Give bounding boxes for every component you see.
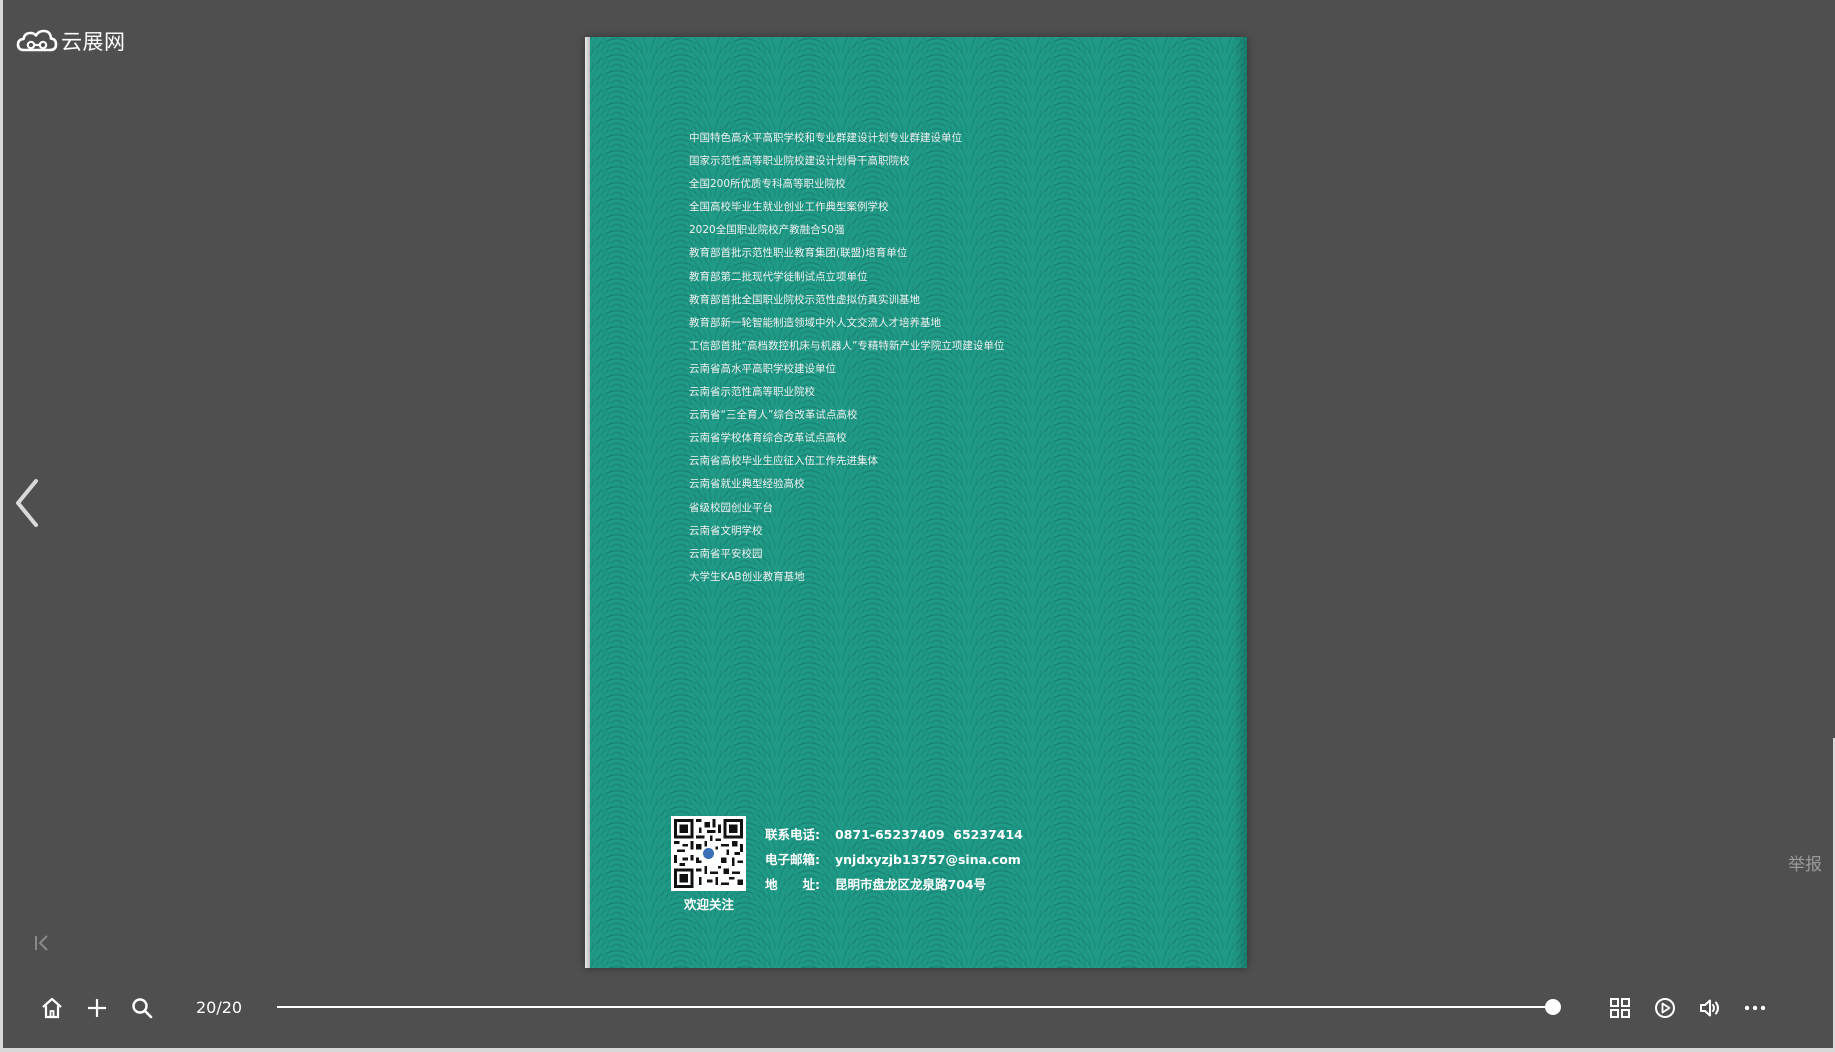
address-label: 地 址: — [765, 877, 820, 892]
honor-item: 云南省学校体育综合改革试点高校 — [689, 432, 847, 445]
page-edge-shadow — [1233, 37, 1247, 968]
honor-item: 云南省文明学校 — [689, 524, 763, 537]
home-button[interactable] — [39, 995, 65, 1021]
phone-label: 联系电话: — [765, 827, 820, 842]
cloud-logo-icon — [16, 29, 58, 52]
sound-button[interactable] — [1697, 995, 1723, 1021]
viewport-bottom-edge — [0, 1048, 1835, 1052]
qr-caption: 欢迎关注 — [683, 897, 734, 912]
honor-item: 教育部首批示范性职业教育集团(联盟)培育单位 — [689, 247, 908, 260]
honor-item: 全国高校毕业生就业创业工作典型案例学校 — [689, 201, 889, 214]
honor-item: 云南省高水平高职学校建设单位 — [689, 362, 836, 375]
viewport-left-edge — [0, 0, 3, 1052]
autoplay-button[interactable] — [1652, 995, 1678, 1021]
flipbook-page[interactable]: 中国特色高水平高职学校和专业群建设计划专业群建设单位 国家示范性高等职业院校建设… — [585, 37, 1247, 968]
site-logo-text: 云展网 — [61, 30, 126, 54]
report-link[interactable]: 举报 — [1788, 850, 1822, 875]
thumbnails-button[interactable] — [1607, 995, 1633, 1021]
honor-item: 云南省示范性高等职业院校 — [689, 386, 815, 399]
honor-item: 云南省高校毕业生应征入伍工作先进集体 — [689, 455, 878, 468]
honor-item: 云南省平安校园 — [689, 547, 763, 560]
search-icon — [132, 998, 153, 1019]
honor-item: 教育部第二批现代学徒制试点立项单位 — [689, 270, 868, 283]
page-spine — [585, 37, 590, 968]
contact-phone-row: 联系电话: 0871-65237409 65237414 — [765, 822, 1023, 847]
page-slider-thumb[interactable] — [1545, 999, 1561, 1015]
previous-page-button[interactable] — [12, 478, 42, 528]
honor-item: 省级校园创业平台 — [689, 501, 773, 514]
more-button[interactable] — [1742, 995, 1768, 1021]
honor-item: 中国特色高水平高职学校和专业群建设计划专业群建设单位 — [689, 132, 962, 144]
qr-code — [671, 816, 746, 891]
honor-item: 全国200所优质专科高等职业院校 — [689, 178, 846, 191]
honor-item: 大学生KAB创业教育基地 — [689, 570, 805, 583]
contact-email-row: 电子邮箱: ynjdxyzjb13757@sina.com — [765, 847, 1023, 872]
contact-address-row: 地 址: 昆明市盘龙区龙泉路704号 — [765, 872, 1023, 897]
first-page-button[interactable] — [32, 932, 52, 954]
honor-item: 云南省就业典型经验高校 — [689, 478, 805, 491]
page-counter: 20/20 — [196, 998, 243, 1017]
honor-item: 工信部首批“高档数控机床与机器人”专精特新产业学院立项建设单位 — [689, 339, 1005, 352]
honor-item: 教育部首批全国职业院校示范性虚拟仿真实训基地 — [689, 293, 920, 306]
contact-info: 联系电话: 0871-65237409 65237414 电子邮箱: ynjdx… — [765, 822, 1023, 897]
honor-item: 国家示范性高等职业院校建设计划骨干高职院校 — [689, 155, 910, 168]
email-label: 电子邮箱: — [765, 852, 820, 867]
skip-to-first-icon — [35, 935, 48, 951]
honors-list: 中国特色高水平高职学校和专业群建设计划专业群建设单位 国家示范性高等职业院校建设… — [689, 127, 1004, 589]
honor-item: 云南省“三全育人”综合改革试点高校 — [689, 409, 858, 422]
grid-icon — [1610, 998, 1630, 1018]
zoom-in-icon — [88, 999, 106, 1017]
honor-item: 教育部新一轮智能制造领域中外人文交流人才培养基地 — [689, 316, 941, 329]
search-button[interactable] — [129, 995, 155, 1021]
qr-code-icon — [674, 819, 743, 888]
bottom-toolbar: 20/20 — [0, 985, 1835, 1029]
zoom-in-button[interactable] — [84, 995, 110, 1021]
more-icon — [1744, 1005, 1766, 1011]
page-slider-fill — [277, 1006, 1553, 1008]
site-logo[interactable]: 云展网 — [16, 26, 126, 56]
page-slider-track[interactable] — [277, 999, 1561, 1015]
home-icon — [42, 997, 62, 1019]
email-value: ynjdxyzjb13757@sina.com — [835, 852, 1021, 867]
phone-value: 0871-65237409 65237414 — [835, 827, 1023, 842]
play-icon — [1655, 998, 1675, 1018]
chevron-left-icon — [16, 479, 38, 527]
volume-icon — [1700, 999, 1719, 1017]
honor-item: 2020全国职业院校产教融合50强 — [689, 224, 845, 237]
address-value: 昆明市盘龙区龙泉路704号 — [835, 877, 987, 892]
